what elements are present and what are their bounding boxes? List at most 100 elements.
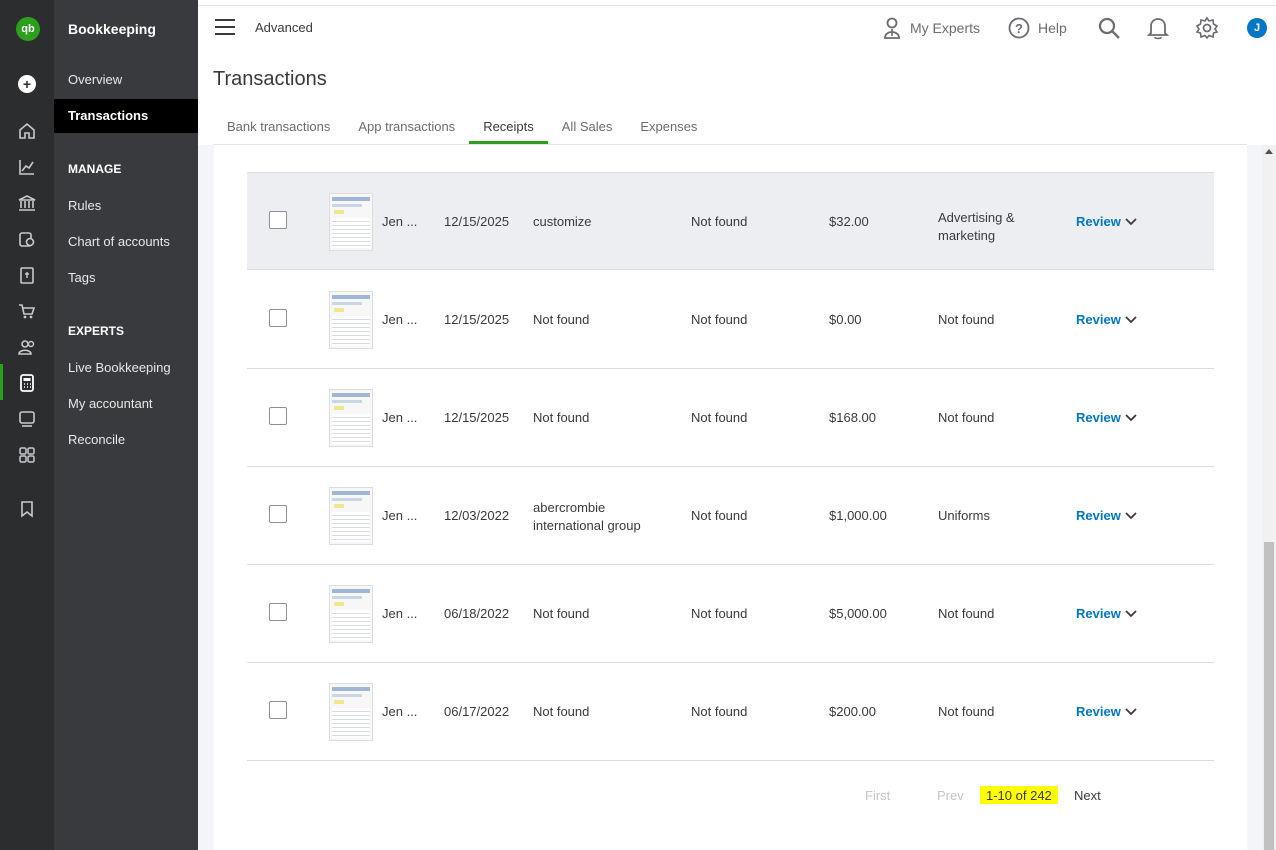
receipt-thumbnail[interactable] [329,193,373,251]
row-checkbox[interactable] [269,211,287,229]
help-icon: ? [1008,17,1030,39]
table-row[interactable]: Jen ... 12/15/2025 customize Not found $32.0… [247,172,1214,270]
page-title: Transactions [213,68,327,90]
bank-icon[interactable] [17,193,37,213]
account-cell: Not found [691,508,748,523]
bookmark-icon[interactable] [17,499,37,519]
nav-item-live-bookkeeping[interactable]: Live Bookkeeping [54,351,198,385]
review-button[interactable]: Review [1076,704,1121,719]
my-experts-button[interactable]: My Experts [882,15,980,41]
help-button[interactable]: ? Help [1008,15,1067,41]
from-cell: Jen ... [382,704,418,719]
payee-cell: Not found [533,312,590,327]
table-row[interactable]: Jen ... 06/17/2022 Not found Not found $200.… [247,663,1214,761]
notifications-button[interactable] [1147,15,1177,41]
chart-icon[interactable] [17,157,37,177]
payee-cell: abercrombie international group [533,500,641,533]
mode-label: Advanced [255,20,313,35]
review-button[interactable]: Review [1076,410,1121,425]
row-checkbox[interactable] [269,701,287,719]
scroll-up-arrow-icon[interactable] [1265,149,1273,154]
receipt-thumbnail[interactable] [329,487,373,545]
transactions-icon[interactable] [17,229,37,249]
nav-item-transactions[interactable]: Transactions [54,99,198,133]
payee-cell: Not found [533,606,590,621]
quickbooks-logo[interactable]: qb [16,17,40,41]
nav-item-reconcile[interactable]: Reconcile [54,423,198,457]
chevron-down-icon[interactable] [1125,216,1137,228]
search-button[interactable] [1097,15,1129,41]
tab-bank-transactions[interactable]: Bank transactions [213,110,344,144]
settings-button[interactable] [1195,15,1227,41]
amount-cell: $0.00 [829,312,862,327]
review-button[interactable]: Review [1076,508,1121,523]
amount-cell: $168.00 [829,410,876,425]
chevron-down-icon[interactable] [1125,706,1137,718]
pagination-range: 1-10 of 242 [980,786,1058,804]
people-icon[interactable] [17,337,37,357]
chevron-down-icon[interactable] [1125,314,1137,326]
receipt-thumbnail[interactable] [329,389,373,447]
search-icon [1098,17,1120,39]
transaction-tabs: Bank transactions App transactions Recei… [213,110,711,144]
tab-receipts[interactable]: Receipts [469,110,548,144]
row-checkbox[interactable] [269,309,287,327]
date-cell: 06/17/2022 [444,704,510,719]
nav-item-chart-of-accounts[interactable]: Chart of accounts [54,225,198,259]
from-cell: Jen ... [382,214,418,229]
menu-icon[interactable] [215,19,235,35]
apps-icon[interactable] [17,445,37,465]
tab-all-sales[interactable]: All Sales [548,110,627,144]
review-button[interactable]: Review [1076,312,1121,327]
date-cell: 12/15/2025 [444,214,510,229]
row-checkbox[interactable] [269,407,287,425]
amount-cell: $1,000.00 [829,508,887,523]
calculator-icon[interactable] [17,373,37,393]
chevron-down-icon[interactable] [1125,608,1137,620]
cart-icon[interactable] [17,301,37,321]
review-button[interactable]: Review [1076,214,1121,229]
nav-item-rules[interactable]: Rules [54,189,198,223]
from-cell: Jen ... [382,312,418,327]
table-row[interactable]: Jen ... 06/18/2022 Not found Not found $5,00… [247,565,1214,663]
my-experts-label: My Experts [910,20,981,36]
payee-cell: Not found [533,704,590,719]
new-plus-icon[interactable]: + [18,75,36,93]
scrollbar[interactable] [1262,145,1276,850]
nav-item-tags[interactable]: Tags [54,261,198,295]
date-cell: 06/18/2022 [444,606,510,621]
invoice-icon[interactable] [17,265,37,285]
home-icon[interactable] [17,121,37,141]
nav-item-my-accountant[interactable]: My accountant [54,387,198,421]
icon-rail: qb + [0,0,54,850]
scrollbar-thumb[interactable] [1264,542,1274,850]
chevron-down-icon[interactable] [1125,510,1137,522]
tab-app-transactions[interactable]: App transactions [344,110,469,144]
payroll-icon[interactable] [17,409,37,429]
review-button[interactable]: Review [1076,606,1121,621]
tab-expenses[interactable]: Expenses [626,110,711,144]
gear-icon [1195,16,1219,40]
category-cell: Not found [938,410,995,425]
nav-item-overview[interactable]: Overview [54,63,198,97]
avatar[interactable]: J [1247,18,1267,38]
pagination-next[interactable]: Next [1074,788,1101,803]
receipt-thumbnail[interactable] [329,291,373,349]
receipt-thumbnail[interactable] [329,585,373,643]
table-row[interactable]: Jen ... 12/03/2022 abercrombie internation… [247,467,1214,565]
category-cell: Not found [938,312,995,327]
table-row[interactable]: Jen ... 12/15/2025 Not found Not found $168.… [247,369,1214,467]
chevron-down-icon[interactable] [1125,412,1137,424]
expert-icon [884,17,900,39]
category-cell: Not found [938,606,995,621]
from-cell: Jen ... [382,606,418,621]
svg-text:?: ? [1015,21,1023,36]
account-cell: Not found [691,312,748,327]
nav-header-experts: EXPERTS [68,324,125,338]
table-row[interactable]: Jen ... 12/15/2025 Not found Not found $0.00… [247,271,1214,369]
row-checkbox[interactable] [269,603,287,621]
category-cell: Advertising & marketing [938,210,1015,243]
receipt-thumbnail[interactable] [329,683,373,741]
nav-section-title: Bookkeeping [68,21,156,37]
row-checkbox[interactable] [269,505,287,523]
